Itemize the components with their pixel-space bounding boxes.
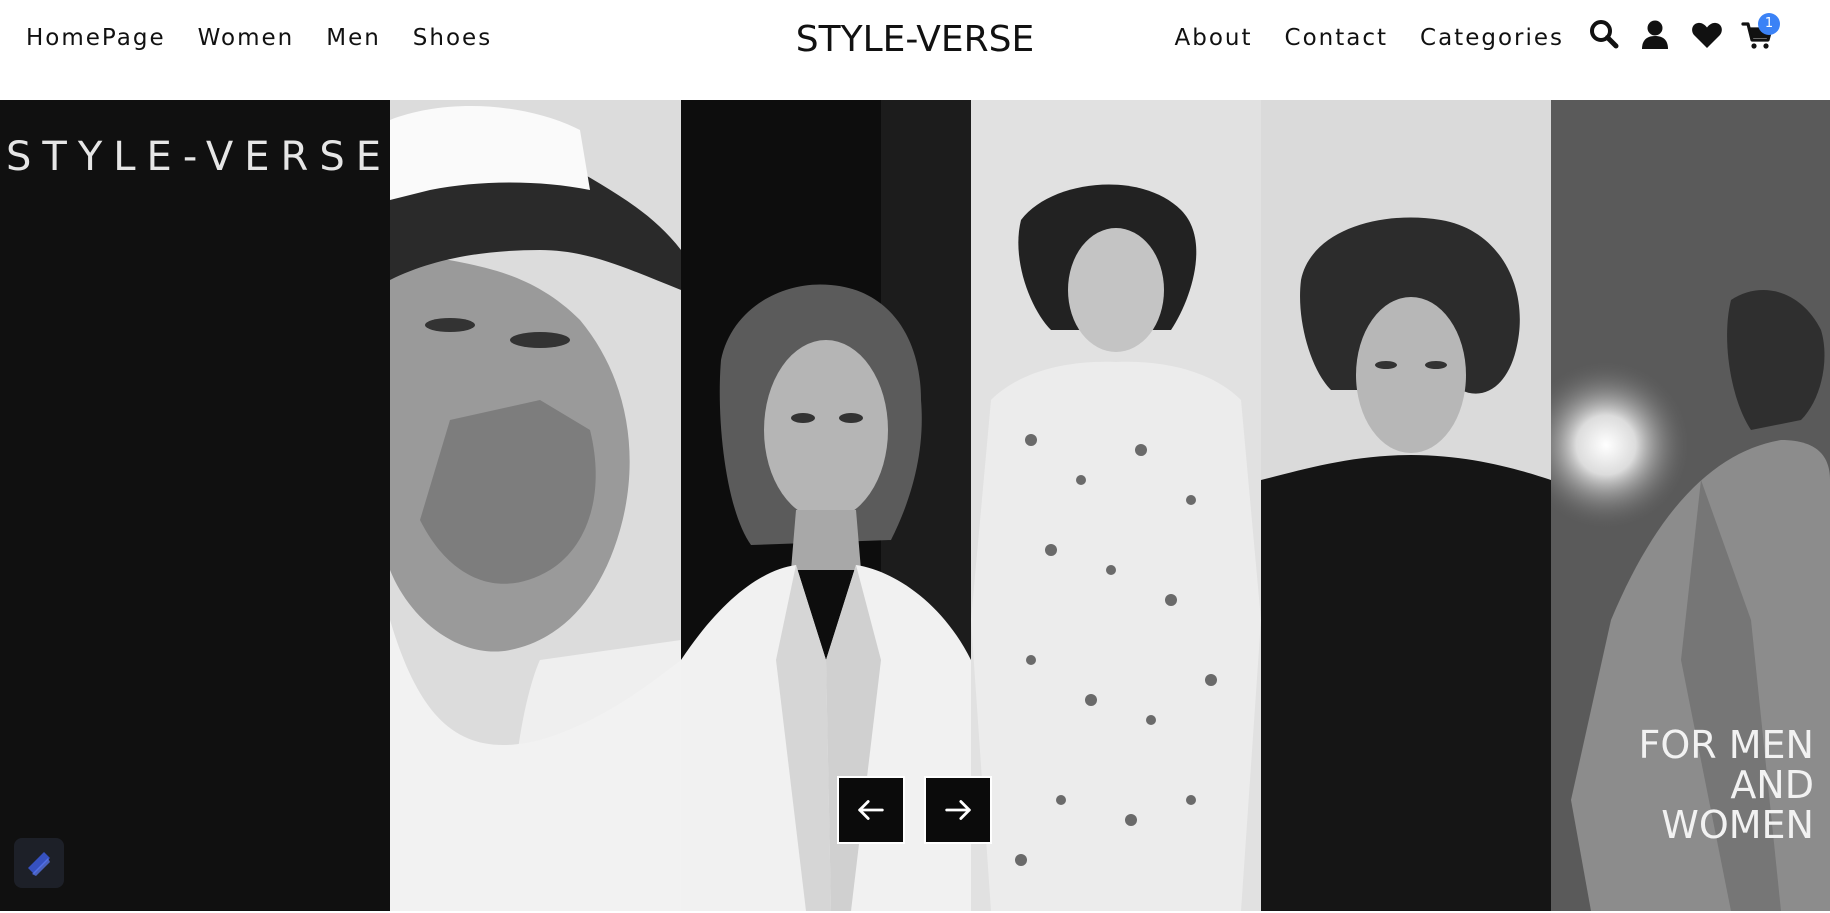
header-icons: 1 bbox=[1580, 13, 1830, 58]
navbar: HomePage Women Men Shoes STYLE-VERSE Abo… bbox=[0, 0, 1830, 100]
nav-right: About Contact Categories bbox=[1175, 20, 1564, 56]
heart-icon[interactable] bbox=[1690, 18, 1724, 52]
arrow-left-icon bbox=[858, 800, 884, 820]
hero-photo-woman-floral bbox=[971, 100, 1261, 911]
nav-link-men[interactable]: Men bbox=[326, 20, 381, 56]
cart-icon[interactable]: 1 bbox=[1741, 13, 1780, 52]
hero-photo-woman-flare: FOR MEN AND WOMEN bbox=[1551, 100, 1830, 911]
slider-prev-button[interactable] bbox=[837, 776, 905, 844]
cart-count-badge: 1 bbox=[1758, 13, 1780, 35]
hero-title: STYLE-VERSE bbox=[6, 134, 390, 180]
hero-panel-brand: STYLE-VERSE bbox=[0, 100, 390, 911]
slider-next-button[interactable] bbox=[924, 776, 992, 844]
nav-link-homepage[interactable]: HomePage bbox=[26, 20, 166, 56]
hero-tagline-line: FOR MEN bbox=[1638, 723, 1814, 767]
nav-link-contact[interactable]: Contact bbox=[1285, 20, 1388, 56]
user-icon[interactable] bbox=[1638, 18, 1672, 52]
nav-link-about[interactable]: About bbox=[1175, 20, 1253, 56]
nav-link-women[interactable]: Women bbox=[198, 20, 295, 56]
nav-link-categories[interactable]: Categories bbox=[1420, 20, 1564, 56]
floating-widget-button[interactable] bbox=[14, 838, 64, 888]
hero-tagline-line: WOMEN bbox=[1661, 803, 1814, 847]
hero-slider: STYLE-VERSE FOR MEN AND WOMEN bbox=[0, 100, 1830, 911]
nav-link-shoes[interactable]: Shoes bbox=[413, 20, 492, 56]
search-icon[interactable] bbox=[1587, 18, 1621, 52]
nav-left: HomePage Women Men Shoes bbox=[26, 20, 492, 56]
brand-logo-text[interactable]: STYLE-VERSE bbox=[796, 19, 1035, 60]
hero-tagline: FOR MEN AND WOMEN bbox=[1584, 725, 1814, 845]
hero-photo-man-hat bbox=[390, 100, 681, 911]
hero-tagline-line: AND bbox=[1730, 763, 1814, 807]
hero-photo-man-curly bbox=[1261, 100, 1551, 911]
arrow-right-icon bbox=[945, 800, 971, 820]
lightning-logo-icon bbox=[28, 852, 50, 876]
